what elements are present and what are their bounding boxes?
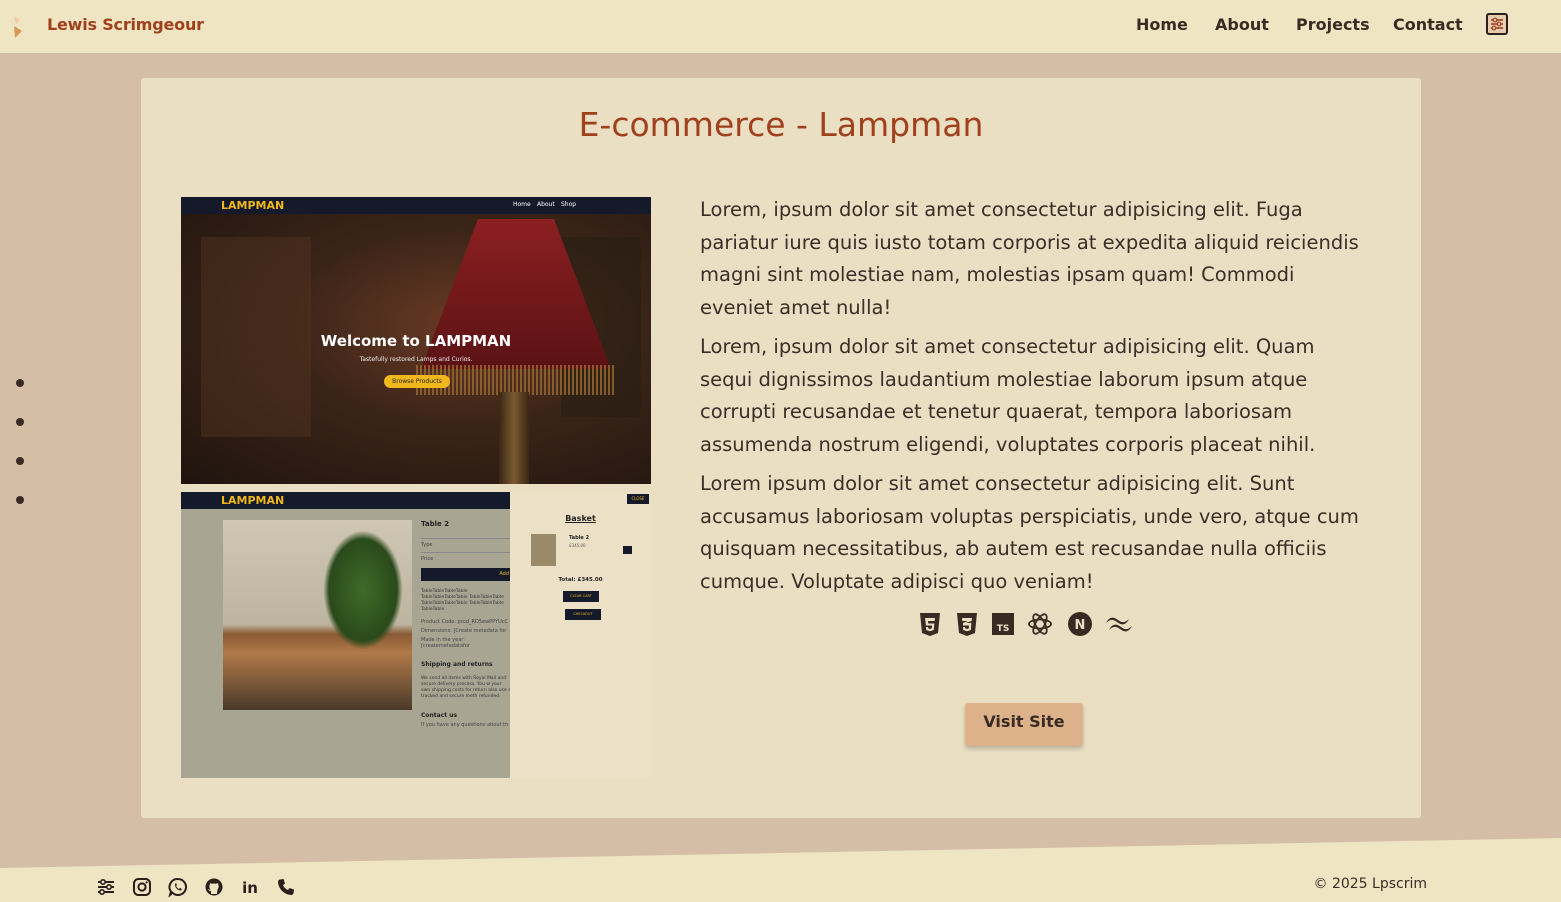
mock-contact-text: If you have any questions about th (421, 722, 509, 728)
mock-product-details: Table 2 Type Price Add TableTableTableTa… (421, 520, 511, 728)
table-product-image (223, 520, 412, 710)
phone-icon[interactable] (276, 877, 296, 897)
lamp-stand (499, 392, 529, 484)
nav-projects[interactable]: Projects (1296, 15, 1370, 34)
mock-shipping-text: We send all items with Royal Mail and se… (421, 676, 511, 699)
css3-icon (954, 611, 980, 637)
logo-icon[interactable] (12, 14, 24, 40)
mock-add-button: Add (421, 568, 511, 581)
mock-logo: LAMPMAN (221, 494, 285, 507)
mock-basket-title: Basket (565, 514, 596, 523)
mock-welcome-heading: Welcome to LAMPMAN (320, 332, 512, 350)
html5-icon (917, 611, 943, 637)
mock-logo: LAMPMAN (221, 199, 285, 212)
nextjs-label: N (1075, 618, 1086, 633)
mock-basket-thumbnail (531, 534, 556, 566)
mock-welcome-subtitle: Tastefully restored Lamps and Curios. (359, 356, 473, 363)
mock-basket-panel: CLOSE Basket Table 2 £345.00 Total: £345… (510, 492, 651, 778)
mock-basket-price: £345.00 (569, 543, 586, 548)
site-header: Lewis Scrimgeour Home About Projects Con… (0, 0, 1561, 53)
tailwind-icon (1103, 611, 1135, 637)
settings-button[interactable] (1486, 13, 1508, 35)
brand-name[interactable]: Lewis Scrimgeour (47, 15, 204, 34)
plant-image (323, 530, 403, 650)
mock-price-label: Price (421, 556, 434, 562)
mock-dimensions: Dimensions: [Create metadata for (421, 628, 507, 634)
mock-nav-home: Home (513, 201, 531, 208)
project-description: Lorem, ipsum dolor sit amet consectetur … (700, 194, 1360, 605)
typescript-label: TS (997, 624, 1010, 634)
settings-icon (1491, 17, 1503, 31)
section-dot-2[interactable] (16, 418, 24, 426)
mock-type-label: Type (421, 542, 433, 548)
project-title: E-commerce - Lampman (578, 105, 984, 144)
linkedin-icon[interactable]: in (240, 877, 260, 897)
instagram-icon[interactable] (132, 877, 152, 897)
mock-checkout: CHECKOUT (565, 609, 601, 620)
sliders-icon[interactable] (96, 877, 116, 897)
linkedin-label: in (242, 879, 258, 897)
nav-about[interactable]: About (1215, 15, 1269, 34)
whatsapp-icon[interactable] (167, 877, 188, 899)
nav-contact[interactable]: Contact (1393, 15, 1463, 34)
section-dot-3[interactable] (16, 457, 24, 465)
project-card: E-commerce - Lampman LAMPMAN Home About … (141, 78, 1421, 818)
copyright-text: © 2025 Lpscrim (1313, 876, 1428, 892)
mock-browse-button: Browse Products (384, 375, 450, 388)
site-footer (0, 838, 1561, 902)
mock-basket-item: Table 2 (569, 535, 590, 541)
react-query-icon (1027, 611, 1053, 637)
mock-basket-close: CLOSE (627, 494, 649, 504)
mock-nav-about: About (537, 201, 555, 208)
mock-basket-total: Total: £345.00 (558, 577, 603, 583)
section-dot-4[interactable] (16, 496, 24, 504)
mock-made-in: Made in the year: [createmetadatafor (421, 637, 470, 649)
section-dot-1[interactable] (16, 379, 24, 387)
github-icon[interactable] (204, 877, 224, 897)
visit-site-button[interactable]: Visit Site (965, 703, 1083, 746)
nextjs-icon: N (1067, 611, 1093, 637)
mock-clear-cart: CLEAR CART (563, 591, 599, 602)
mock-contact-heading: Contact us (421, 712, 458, 719)
description-paragraph: Lorem, ipsum dolor sit amet consectetur … (700, 198, 1359, 319)
description-paragraph: Lorem, ipsum dolor sit amet consectetur … (700, 335, 1316, 456)
mock-nav-shop: Shop (561, 201, 577, 208)
mock-shipping-heading: Shipping and returns (421, 661, 493, 668)
nav-home[interactable]: Home (1136, 15, 1188, 34)
project-screenshot-product: LAMPMAN Table 2 Type Price Add TableTabl… (181, 492, 651, 778)
description-paragraph: Lorem ipsum dolor sit amet consectetur a… (700, 472, 1359, 593)
mock-basket-remove (623, 546, 632, 554)
typescript-icon: TS (990, 611, 1016, 637)
project-screenshot-home: LAMPMAN Home About Shop Welcome to LAMPM… (181, 197, 651, 484)
mock-product-description: TableTableTableTable TableTableTableTabl… (421, 589, 504, 612)
mock-product-code: Product Code: prod_RD5ewPPYUcC (421, 619, 509, 625)
mock-product-title: Table 2 (421, 520, 450, 528)
